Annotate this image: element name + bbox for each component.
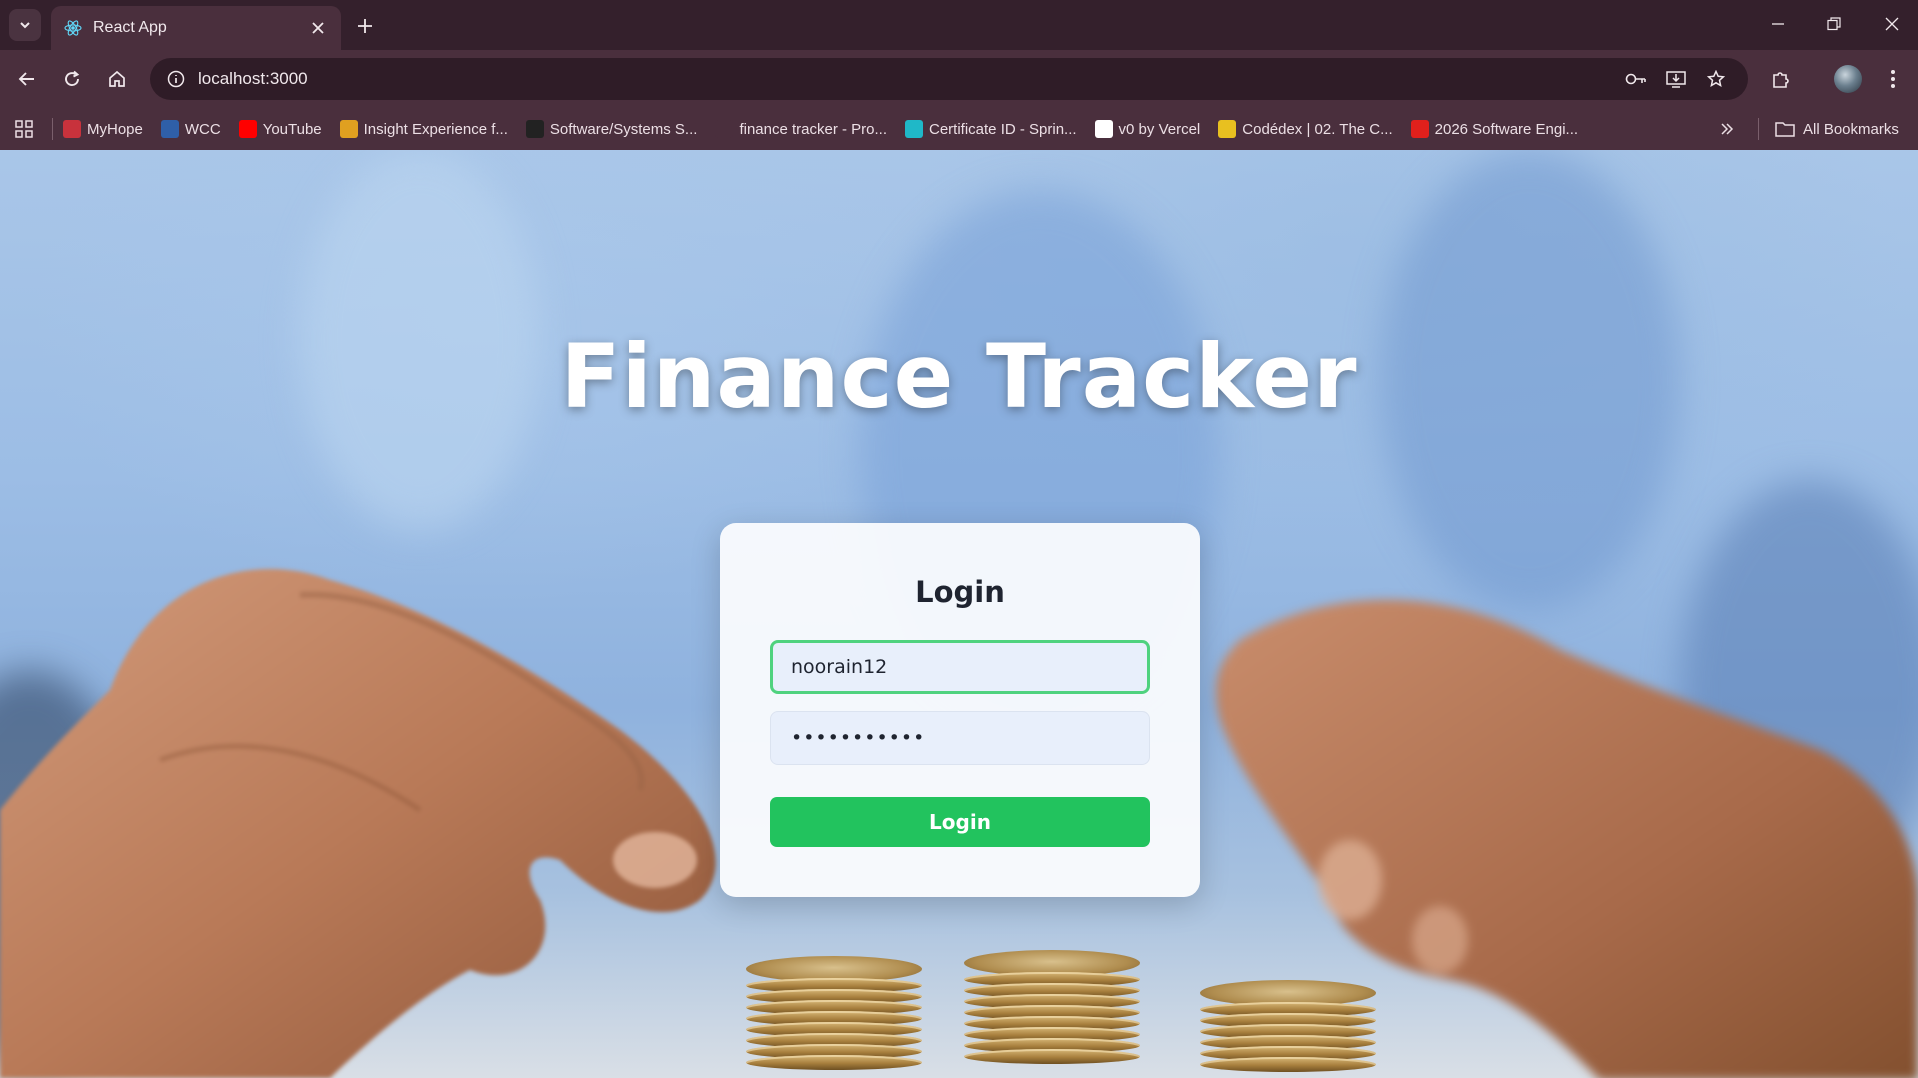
- coin-stack-1: [746, 956, 922, 1070]
- home-button[interactable]: [102, 64, 132, 94]
- bookmark-item[interactable]: Software/Systems S...: [525, 120, 698, 138]
- bookmark-label: Insight Experience f...: [363, 120, 508, 138]
- address-bar[interactable]: localhost:3000: [150, 58, 1748, 100]
- close-icon[interactable]: [307, 17, 329, 39]
- tab-react-app[interactable]: React App: [51, 6, 341, 50]
- profile-avatar[interactable]: [1834, 65, 1862, 93]
- tab-search-button[interactable]: [9, 9, 41, 41]
- bookmark-label: 2026 Software Engi...: [1434, 120, 1579, 138]
- minimize-icon: [1772, 23, 1784, 25]
- codedex-icon: [1218, 120, 1237, 138]
- react-icon: [63, 18, 83, 38]
- puzzle-icon: [1773, 72, 1789, 88]
- all-bookmarks-label: All Bookmarks: [1803, 120, 1899, 138]
- all-bookmarks-button[interactable]: All Bookmarks: [1775, 108, 1899, 150]
- bookmark-item[interactable]: 2026 Software Engi...: [1410, 120, 1579, 138]
- url-text: localhost:3000: [198, 69, 308, 88]
- password-input[interactable]: •••••••••••: [770, 711, 1150, 765]
- bookmark-label: YouTube: [262, 120, 322, 138]
- install-app-icon[interactable]: [1658, 58, 1694, 100]
- bookmark-label: v0 by Vercel: [1118, 120, 1201, 138]
- bookmark-label: MyHope: [87, 120, 143, 138]
- bookmark-label: WCC: [184, 120, 221, 138]
- chevron-down-icon: [20, 22, 30, 29]
- insight-icon: [339, 120, 358, 138]
- restore-icon: [1827, 17, 1841, 31]
- v0-icon: [1094, 120, 1113, 138]
- bookmark-item[interactable]: WCC: [160, 120, 221, 138]
- bookmark-label: Codédex | 02. The C...: [1242, 120, 1393, 138]
- back-button[interactable]: [12, 64, 42, 94]
- new-tab-button[interactable]: [350, 11, 380, 41]
- youtube-icon: [238, 120, 257, 138]
- folder-icon: [1775, 122, 1795, 137]
- more-bookmarks-button[interactable]: [1714, 117, 1740, 141]
- bookmark-label: Software/Systems S...: [549, 120, 698, 138]
- browser-toolbar: localhost:3000: [0, 50, 1918, 108]
- coin-stack-2: [964, 950, 1140, 1064]
- login-heading: Login: [915, 575, 1005, 609]
- star-icon[interactable]: [1698, 58, 1734, 100]
- bookmark-item[interactable]: Certificate ID - Sprin...: [905, 120, 1077, 138]
- username-value: noorain12: [791, 656, 888, 678]
- page-title: Finance Tracker: [560, 325, 1358, 428]
- tab-strip: React App: [0, 0, 1918, 50]
- bookmarks-bar: MyHope WCC YouTube Insight Experience f... S…: [0, 108, 1918, 150]
- username-input[interactable]: noorain12: [770, 640, 1150, 694]
- window-close-button[interactable]: [1872, 8, 1912, 40]
- plus-icon: [358, 19, 372, 33]
- close-icon: [1885, 17, 1899, 31]
- bookmark-item[interactable]: Codédex | 02. The C...: [1218, 120, 1393, 138]
- kebab-menu-icon: [1891, 70, 1895, 88]
- reload-button[interactable]: [57, 64, 87, 94]
- openai-icon: [715, 120, 734, 138]
- restore-button[interactable]: [1814, 8, 1854, 40]
- password-value: •••••••••••: [791, 727, 926, 749]
- left-hand-image: [0, 569, 716, 1078]
- bookmark-item[interactable]: YouTube: [238, 120, 322, 138]
- password-key-icon[interactable]: [1618, 58, 1654, 100]
- certificate-icon: [905, 120, 923, 138]
- coin-stack-3: [1200, 980, 1376, 1072]
- bookmark-item[interactable]: finance tracker - Pro...: [715, 120, 887, 138]
- login-button[interactable]: Login: [770, 797, 1150, 847]
- menu-button[interactable]: [1876, 64, 1910, 94]
- minimize-button[interactable]: [1758, 8, 1798, 40]
- site-info-icon[interactable]: [154, 70, 198, 88]
- apps-grid-icon[interactable]: [0, 120, 48, 138]
- oracle-icon: [1410, 120, 1429, 138]
- chevron-double-right-icon: [1721, 123, 1734, 135]
- extensions-button[interactable]: [1764, 64, 1798, 94]
- wcc-icon: [160, 120, 179, 138]
- tab-title: React App: [93, 19, 167, 36]
- myhope-icon: [63, 120, 81, 138]
- login-card: Login noorain12 ••••••••••• Login: [720, 523, 1200, 897]
- bookmark-label: Certificate ID - Sprin...: [929, 120, 1077, 138]
- bookmark-item[interactable]: Insight Experience f...: [339, 120, 508, 138]
- bookmark-label: finance tracker - Pro...: [739, 120, 887, 138]
- bookmarks-list: MyHope WCC YouTube Insight Experience f... S…: [63, 120, 1596, 138]
- bookmark-item[interactable]: MyHope: [63, 120, 143, 138]
- bookmark-item[interactable]: v0 by Vercel: [1094, 120, 1201, 138]
- arrow-left-icon: [18, 72, 34, 86]
- software-icon: [525, 120, 544, 138]
- reload-icon: [65, 70, 80, 86]
- home-icon: [109, 70, 125, 87]
- bookmarks-divider: [1758, 118, 1759, 140]
- bookmarks-divider: [52, 118, 53, 140]
